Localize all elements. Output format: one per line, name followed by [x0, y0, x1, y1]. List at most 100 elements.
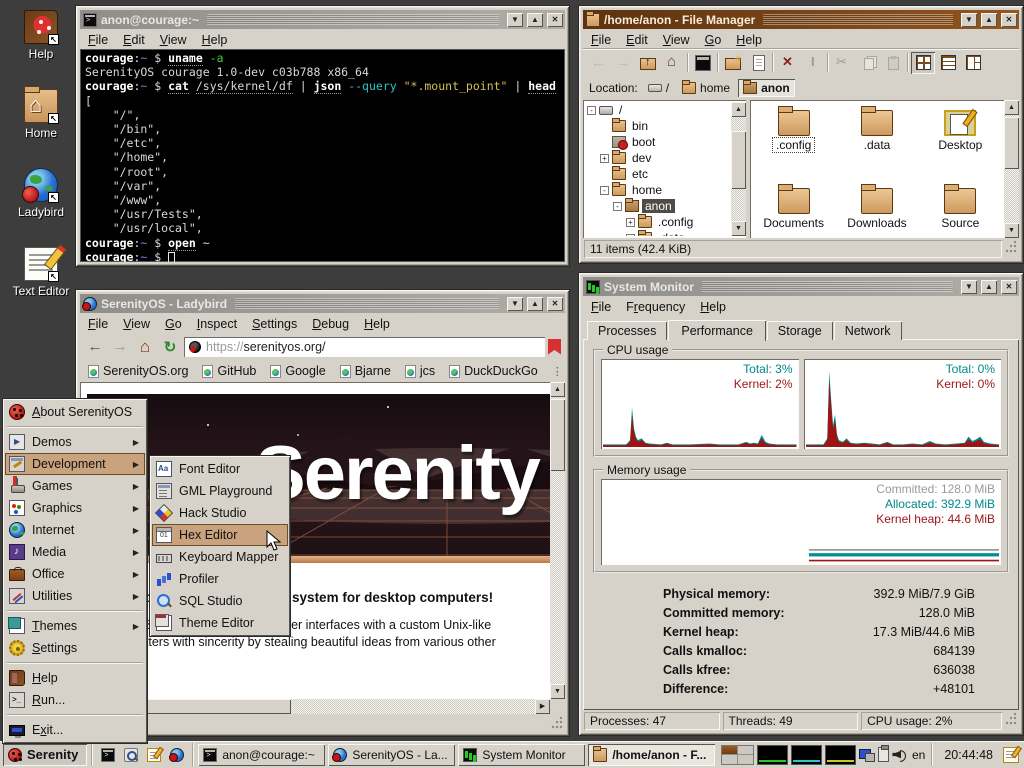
- menu-view[interactable]: View: [663, 33, 690, 47]
- back-button[interactable]: ←: [84, 336, 106, 358]
- tab-processes[interactable]: Processes: [587, 321, 667, 340]
- paste-button[interactable]: [881, 52, 905, 74]
- list-view-button[interactable]: [936, 52, 960, 74]
- new-file-button[interactable]: [746, 52, 770, 74]
- bookmark-google[interactable]: Google: [270, 364, 325, 378]
- tree-item-home[interactable]: -home: [585, 182, 731, 198]
- minimize-button[interactable]: ▼: [507, 13, 523, 27]
- browser-horizontal-scrollbar[interactable]: ◀ ▶: [80, 699, 550, 714]
- start-menu-item-about-serenityos[interactable]: About SerenityOS: [5, 401, 145, 423]
- notification-notes-icon[interactable]: [1003, 747, 1019, 763]
- tab-performance[interactable]: Performance: [668, 320, 766, 341]
- terminal-button[interactable]: [691, 52, 715, 74]
- submenu-item-theme-editor[interactable]: Theme Editor: [152, 612, 288, 634]
- task-button-anon-courage[interactable]: anon@courage:~: [198, 744, 325, 766]
- file-source[interactable]: Source: [919, 184, 1002, 238]
- tree-item-data[interactable]: +.data: [585, 230, 731, 236]
- desktop-icon-home[interactable]: ↖Home: [9, 89, 73, 140]
- system-monitor-titlebar[interactable]: System Monitor ▼ ▲ ✕: [583, 277, 1019, 296]
- tab-network[interactable]: Network: [834, 321, 902, 340]
- tree-expander-icon[interactable]: +: [626, 234, 635, 237]
- tree-item-anon[interactable]: -anon: [585, 198, 731, 214]
- forward-button[interactable]: →: [109, 336, 131, 358]
- scroll-up-button[interactable]: ▲: [1004, 100, 1019, 115]
- browser-titlebar[interactable]: SerenityOS - Ladybird ▼ ▲ ✕: [80, 294, 565, 313]
- files-scrollbar[interactable]: ▲ ▼: [1004, 100, 1019, 238]
- scroll-right-button[interactable]: ▶: [535, 699, 550, 714]
- bookmark-duckduckgo[interactable]: DuckDuckGo: [449, 364, 538, 378]
- start-menu-item-games[interactable]: Games▶: [5, 475, 145, 497]
- terminal-titlebar[interactable]: anon@courage:~ ▼ ▲ ✕: [80, 10, 565, 29]
- file-data[interactable]: .data: [835, 106, 918, 178]
- start-button[interactable]: Serenity: [3, 744, 87, 766]
- copy-button[interactable]: [856, 52, 880, 74]
- tree-scrollbar[interactable]: ▲ ▼: [731, 102, 746, 236]
- tree-item-boot[interactable]: boot: [585, 134, 731, 150]
- tree-item-bin[interactable]: bin: [585, 118, 731, 134]
- browser-vertical-scrollbar[interactable]: ▲ ▼: [550, 382, 565, 699]
- tree-expander-icon[interactable]: -: [600, 186, 609, 195]
- task-button-home-anon-f[interactable]: /home/anon - F...: [588, 744, 715, 766]
- workspace-switcher[interactable]: [721, 745, 754, 765]
- workspace-3[interactable]: [722, 755, 737, 764]
- scrollbar-thumb[interactable]: [1004, 117, 1019, 169]
- rename-button[interactable]: [801, 52, 825, 74]
- cut-button[interactable]: [831, 52, 855, 74]
- menu-help[interactable]: Help: [364, 317, 390, 331]
- scroll-down-button[interactable]: ▼: [1004, 223, 1019, 238]
- open-parent-button[interactable]: [636, 52, 660, 74]
- tree-expander-icon[interactable]: +: [600, 154, 609, 163]
- start-menu-item-graphics[interactable]: Graphics▶: [5, 497, 145, 519]
- menu-help[interactable]: Help: [736, 33, 762, 47]
- file-downloads[interactable]: Downloads: [835, 184, 918, 238]
- desktop-icon-ladybird[interactable]: ↖Ladybird: [9, 168, 73, 219]
- network-graph-applet[interactable]: [825, 745, 856, 765]
- tree-expander-icon[interactable]: -: [613, 202, 622, 211]
- file-desktop[interactable]: Desktop: [919, 106, 1002, 178]
- close-button[interactable]: ✕: [547, 297, 563, 311]
- task-button-system-monitor[interactable]: System Monitor: [458, 744, 585, 766]
- submenu-item-font-editor[interactable]: Font Editor: [152, 458, 288, 480]
- menu-file[interactable]: File: [591, 300, 611, 314]
- start-menu-item-help[interactable]: Help: [5, 667, 145, 689]
- close-button[interactable]: ✕: [1001, 280, 1017, 294]
- quick-launch-find[interactable]: [120, 744, 142, 766]
- workspace-2[interactable]: [738, 746, 753, 755]
- menu-edit[interactable]: Edit: [626, 33, 648, 47]
- menu-file[interactable]: File: [591, 33, 611, 47]
- scroll-down-button[interactable]: ▼: [731, 221, 746, 236]
- desktop-icon-text-editor[interactable]: ↖Text Editor: [9, 247, 73, 298]
- scrollbar-thumb[interactable]: [731, 131, 746, 189]
- clipboard-icon[interactable]: [878, 747, 890, 762]
- workspace-4[interactable]: [738, 755, 753, 764]
- memory-graph-applet[interactable]: [791, 745, 822, 765]
- resize-grip[interactable]: [1005, 240, 1018, 258]
- scroll-down-button[interactable]: ▼: [550, 684, 565, 699]
- workspace-1[interactable]: [722, 746, 737, 755]
- menu-file[interactable]: File: [88, 33, 108, 47]
- keyboard-layout-indicator[interactable]: en: [910, 748, 927, 762]
- file-manager-titlebar[interactable]: /home/anon - File Manager ▼ ▲ ✕: [583, 10, 1019, 29]
- submenu-item-profiler[interactable]: Profiler: [152, 568, 288, 590]
- quick-launch-terminal[interactable]: [97, 744, 119, 766]
- quick-launch-ladybird[interactable]: [166, 744, 188, 766]
- bookmark-github[interactable]: GitHub: [202, 364, 256, 378]
- close-button[interactable]: ✕: [547, 13, 563, 27]
- menu-view[interactable]: View: [123, 317, 150, 331]
- scrollbar-track[interactable]: [95, 699, 535, 714]
- minimize-button[interactable]: ▼: [961, 13, 977, 27]
- scrollbar-track[interactable]: [1004, 115, 1019, 223]
- quick-launch-text-editor[interactable]: [143, 744, 165, 766]
- tree-item-item[interactable]: -/: [585, 102, 731, 118]
- menu-go[interactable]: Go: [705, 33, 722, 47]
- terminal-output[interactable]: courage:~ $ uname -aSerenityOS courage 1…: [80, 49, 565, 262]
- submenu-item-hex-editor[interactable]: Hex Editor: [152, 524, 288, 546]
- volume-icon[interactable]: [892, 748, 907, 762]
- menu-go[interactable]: Go: [165, 317, 182, 331]
- home-button[interactable]: ⌂: [134, 336, 156, 358]
- tree-expander-icon[interactable]: +: [626, 218, 635, 227]
- menu-help[interactable]: Help: [202, 33, 228, 47]
- submenu-item-hack-studio[interactable]: Hack Studio: [152, 502, 288, 524]
- back-button[interactable]: [586, 52, 610, 74]
- icon-view-button[interactable]: [911, 52, 935, 74]
